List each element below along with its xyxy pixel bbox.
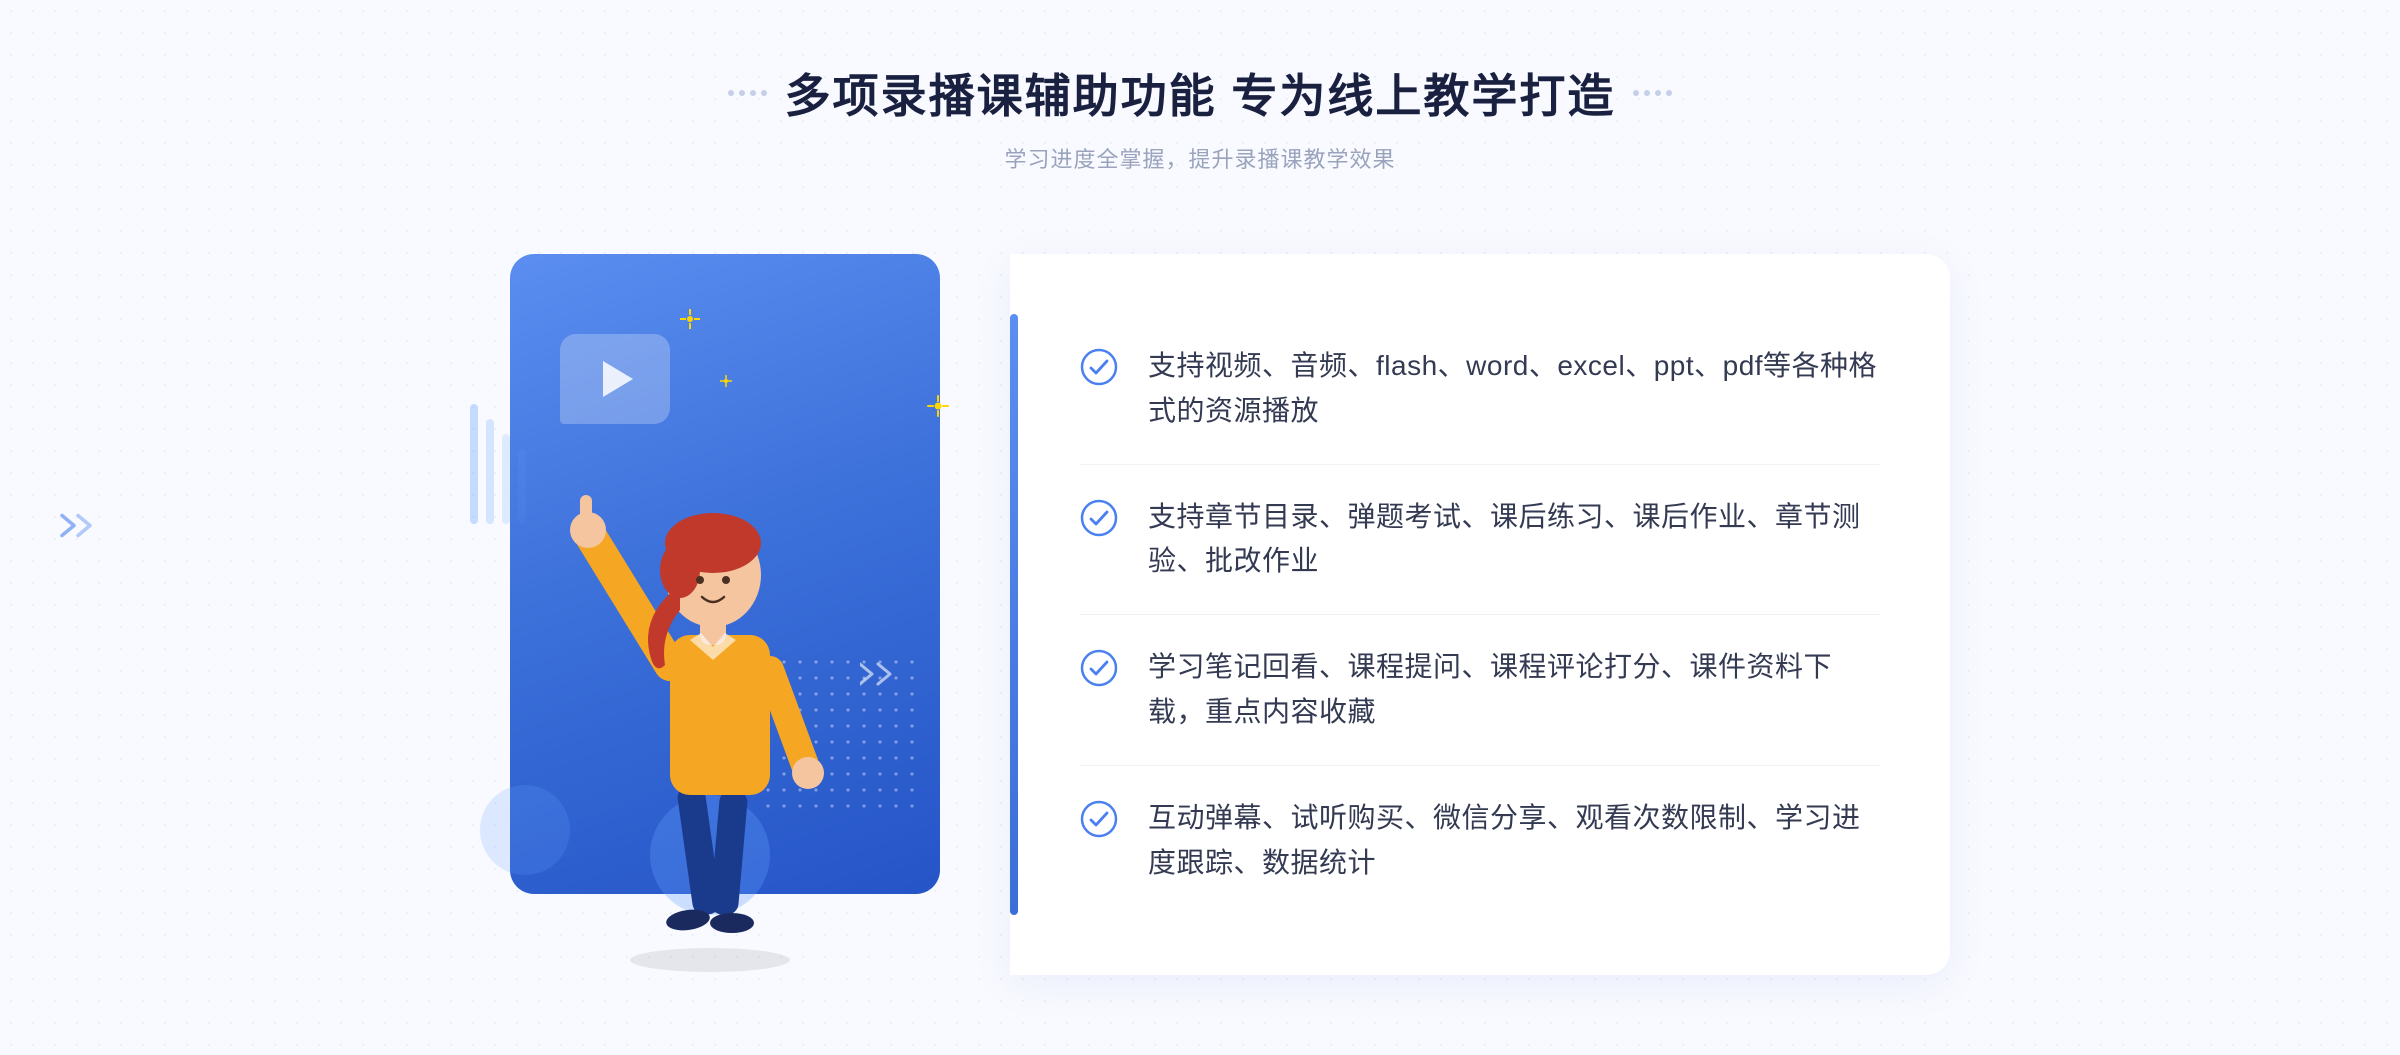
header-section: 多项录播课辅助功能 专为线上教学打造 学习进度全掌握，提升录播课教学效果 — [728, 60, 1673, 174]
page-container: 多项录播课辅助功能 专为线上教学打造 学习进度全掌握，提升录播课教学效果 — [0, 0, 2400, 1055]
feature-item-3: 学习笔记回看、课程提问、课程评论打分、课件资料下载，重点内容收藏 — [1080, 615, 1880, 766]
feature-text-1: 支持视频、音频、flash、word、excel、ppt、pdf等各种格式的资源… — [1148, 344, 1880, 434]
right-dot-divider — [1633, 90, 1672, 96]
content-section: 支持视频、音频、flash、word、excel、ppt、pdf等各种格式的资源… — [450, 224, 1950, 975]
sparkle-1 — [680, 309, 700, 334]
page-title: 多项录播课辅助功能 专为线上教学打造 — [785, 60, 1616, 126]
feature-item-4: 互动弹幕、试听购买、微信分享、观看次数限制、学习进度跟踪、数据统计 — [1080, 766, 1880, 916]
feature-text-3: 学习笔记回看、课程提问、课程评论打分、课件资料下载，重点内容收藏 — [1148, 645, 1880, 735]
illustration-area — [450, 224, 1010, 975]
left-chevrons — [60, 511, 104, 544]
deco-stripes — [470, 404, 550, 529]
person-figure — [550, 375, 870, 975]
check-icon-1 — [1080, 348, 1118, 386]
feature-text-2: 支持章节目录、弹题考试、课后练习、课后作业、章节测验、批改作业 — [1148, 495, 1880, 585]
check-icon-3 — [1080, 649, 1118, 687]
blue-bar-accent — [1010, 314, 1018, 915]
title-row: 多项录播课辅助功能 专为线上教学打造 — [728, 60, 1673, 126]
left-dot-divider — [728, 90, 767, 96]
feature-item-1: 支持视频、音频、flash、word、excel、ppt、pdf等各种格式的资源… — [1080, 314, 1880, 465]
sparkle-near-head — [926, 394, 950, 423]
check-icon-4 — [1080, 800, 1118, 838]
check-icon-2 — [1080, 499, 1118, 537]
features-card: 支持视频、音频、flash、word、excel、ppt、pdf等各种格式的资源… — [1010, 254, 1950, 975]
feature-text-4: 互动弹幕、试听购买、微信分享、观看次数限制、学习进度跟踪、数据统计 — [1148, 796, 1880, 886]
page-subtitle: 学习进度全掌握，提升录播课教学效果 — [728, 142, 1673, 174]
feature-item-2: 支持章节目录、弹题考试、课后练习、课后作业、章节测验、批改作业 — [1080, 465, 1880, 616]
